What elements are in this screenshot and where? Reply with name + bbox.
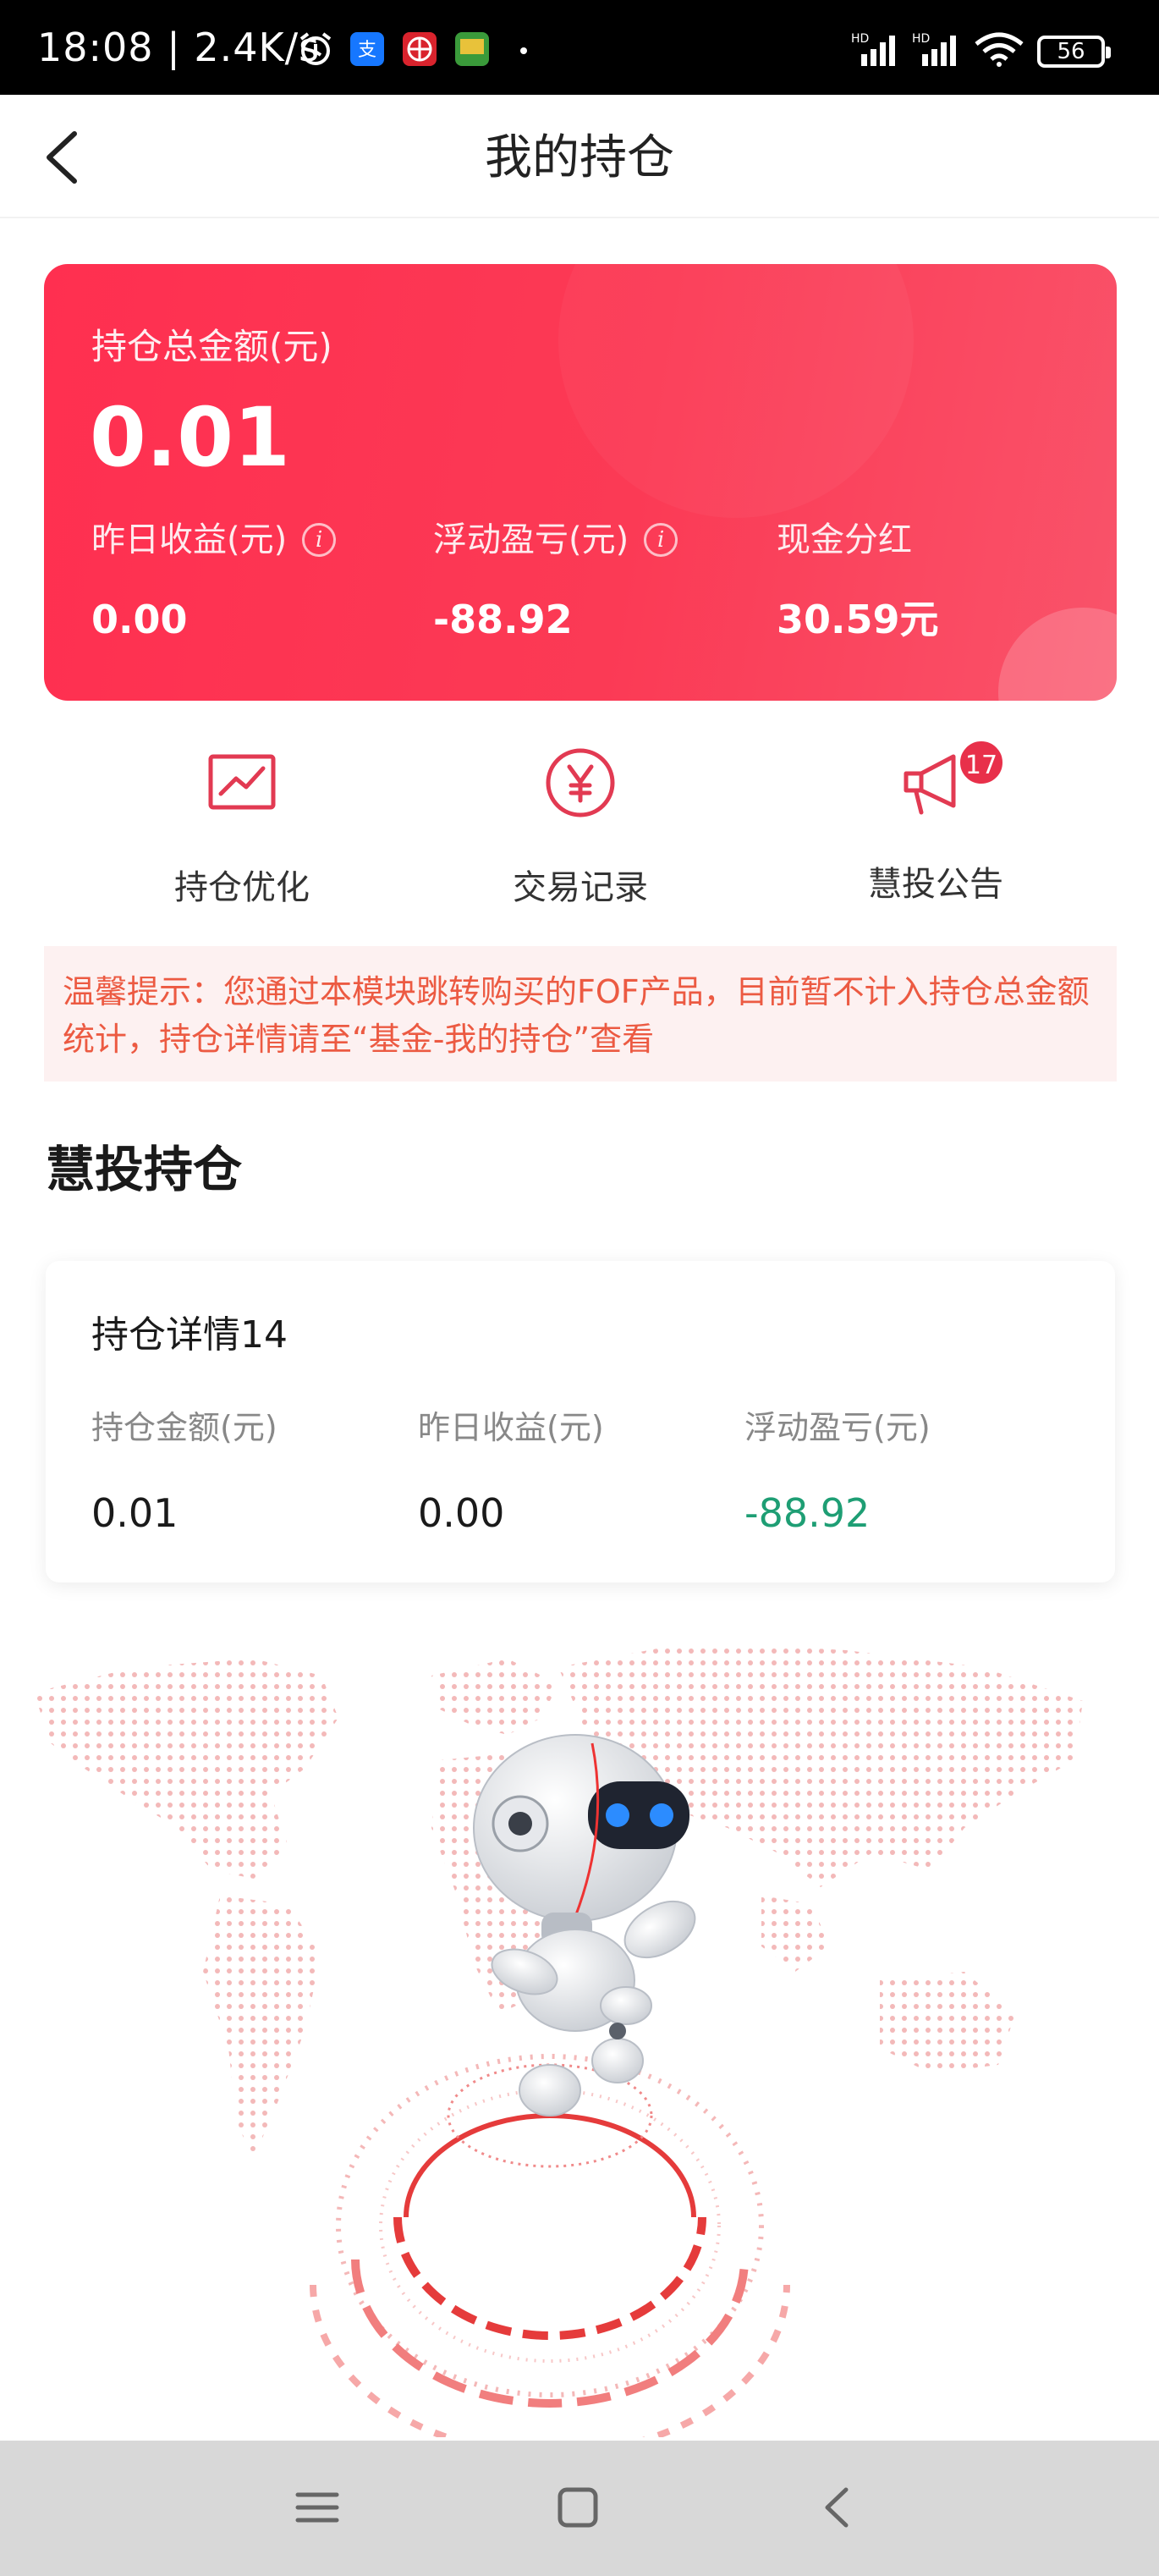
app-notification-icon [455,32,489,66]
trend-chart-icon [208,754,276,810]
yesterday-earnings: 昨日收益(元) i 0.00 [91,518,430,643]
holding-amount-value: 0.01 [91,1490,179,1536]
floating-pnl-label: 浮动盈亏(元) [433,520,629,559]
holding-yesterday-value: 0.00 [418,1490,505,1536]
menu-icon[interactable] [288,2478,347,2537]
info-icon[interactable]: i [302,523,337,557]
holdings-summary-card: 持仓总金额(元) 0.01 昨日收益(元) i 0.00 浮动盈亏(元) i -… [44,264,1117,701]
action-label: 慧投公告 [868,865,1003,904]
back-triangle-icon[interactable] [809,2478,868,2537]
info-icon[interactable]: i [644,523,678,557]
cash-dividend-value: 30.59元 [777,597,939,642]
action-label: 持仓优化 [174,868,310,907]
page-title: 我的持仓 [485,130,674,185]
dot-indicator [520,47,527,54]
svg-text:支: 支 [358,40,376,61]
home-square-icon[interactable] [548,2478,607,2537]
alipay-app-icon: 支 [350,32,384,66]
wifi-icon [975,32,1024,67]
cash-dividend-label: 现金分红 [777,520,912,559]
status-time: 18:08 | 2.4K/s [37,25,321,70]
floating-pnl-value: -88.92 [433,597,573,642]
yesterday-earnings-value: 0.00 [91,597,188,642]
floating-pnl: 浮动盈亏(元) i -88.92 [433,518,772,643]
signal-icon: HD [851,32,895,66]
bank-app-icon [403,32,437,66]
total-amount-value: 0.01 [90,390,290,485]
holding-yesterday-label: 昨日收益(元) [418,1409,604,1446]
action-trade-records[interactable]: 交易记录 [411,745,750,909]
holding-floating: 浮动盈亏(元) -88.92 [744,1406,1066,1537]
battery-indicator: 56 [1037,36,1111,68]
holding-card[interactable]: 持仓详情14 持仓金额(元) 0.01 昨日收益(元) 0.00 浮动盈亏(元)… [46,1261,1115,1582]
signal-hd-label-2: HD [912,32,930,46]
megaphone-icon-wrap: 17 [898,738,1006,821]
section-title: 慧投持仓 [46,1141,243,1198]
holding-name: 持仓详情14 [91,1313,288,1357]
robot-world-map-illustration [34,1642,1083,2437]
yesterday-earnings-label: 昨日收益(元) [91,520,288,559]
cash-dividend: 现金分红 30.59元 [777,518,1115,643]
holding-floating-label: 浮动盈亏(元) [744,1409,931,1446]
notification-badge: 17 [957,738,1006,787]
system-navigation-bar [0,2441,1159,2576]
signal-hd-label: HD [851,32,869,46]
signal-icon-2: HD [912,32,956,66]
nav-bar: 我的持仓 [0,95,1159,218]
total-amount-label: 持仓总金额(元) [91,326,332,367]
holding-floating-value: -88.92 [744,1490,871,1536]
action-holding-optimize[interactable]: 持仓优化 [73,745,411,909]
status-bar: 18:08 | 2.4K/s 支 HD HD 56 [0,0,1159,95]
holding-yesterday: 昨日收益(元) 0.00 [418,1406,739,1537]
tip-banner: 温馨提示：您通过本模块跳转购买的FOF产品，目前暂不计入持仓总金额统计，持仓详情… [44,946,1117,1082]
action-announcements[interactable]: 17 慧投公告 [766,738,1105,905]
action-label: 交易记录 [513,868,648,907]
holding-amount: 持仓金额(元) 0.01 [91,1406,413,1537]
card-decoration [558,264,914,518]
alarm-icon [299,32,332,65]
quick-actions: 持仓优化 交易记录 17 慧投公告 [0,738,1159,914]
holding-amount-label: 持仓金额(元) [91,1409,277,1446]
yen-circle-icon [546,748,615,817]
